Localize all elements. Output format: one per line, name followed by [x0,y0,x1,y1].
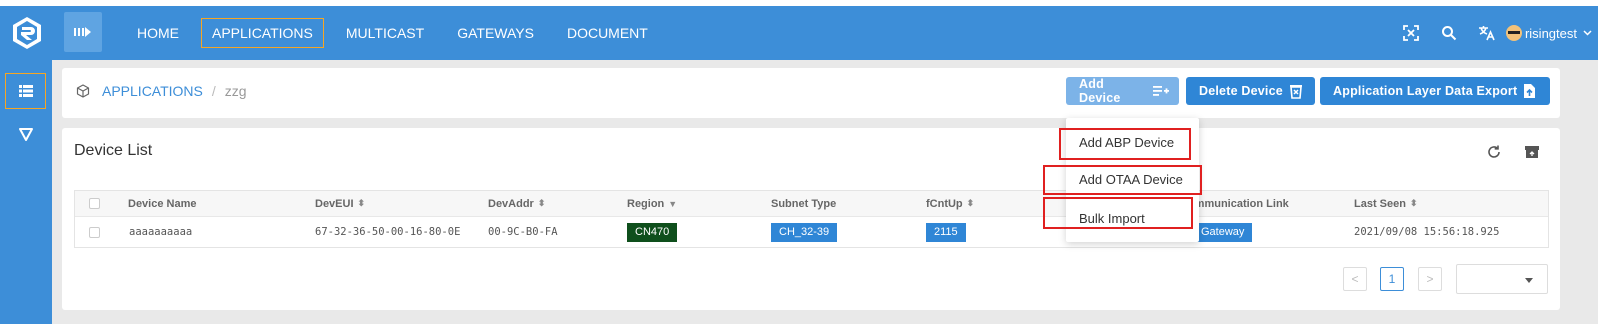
col-subnet-type: Subnet Type [771,197,837,210]
last-seen-cell: 2021/09/08 15:56:18.925 [1354,226,1500,238]
delete-device-button[interactable]: Delete Device [1186,77,1315,105]
nav-gateways[interactable]: GATEWAYS [446,18,545,48]
table-header: Device Name DevEUI ⬍ DevAddr ⬍ Region ▼ Sub… [75,191,1548,217]
chevron-down-icon [1583,30,1592,36]
add-device-label: Add Device [1079,77,1121,105]
nav-multicast[interactable]: MULTICAST [335,18,435,48]
row-checkbox[interactable] [89,217,100,247]
refresh-icon[interactable] [1486,144,1504,162]
breadcrumb-panel: APPLICATIONS / zzg Add Device Delete Dev… [62,68,1560,118]
col-fcntup[interactable]: fCntUp ⬍ [926,191,974,216]
breadcrumb-current: zzg [224,83,247,99]
breadcrumb: APPLICATIONS / zzg [76,68,247,114]
device-list-panel: Device List Device Name DevEUI ⬍ DevAddr ⬍… [62,128,1560,310]
filter-icon [18,127,33,141]
select-all-checkbox[interactable] [89,191,100,216]
col-deveui[interactable]: DevEUI ⬍ [315,191,365,216]
trash-icon [1289,84,1303,99]
col-device-name: Device Name [128,197,197,210]
sort-icon: ⬍ [537,198,546,208]
search-icon[interactable] [1430,6,1468,60]
list-tools [1466,144,1542,162]
nav-document[interactable]: DOCUMENT [556,18,659,48]
highlight-box-otaa [1043,165,1202,195]
main-nav: HOME APPLICATIONS MULTICAST GATEWAYS DOC… [126,6,670,60]
highlight-box-abp [1059,128,1191,160]
sidebar-item-list[interactable] [5,73,46,109]
username: risingtest [1524,25,1577,41]
highlight-box-bulk [1043,197,1193,229]
top-navbar: HOME APPLICATIONS MULTICAST GATEWAYS DOC… [0,6,1598,60]
user-menu[interactable]: risingtest [1505,25,1592,41]
filter-icon: ▼ [668,198,678,209]
logo-icon[interactable] [10,16,44,50]
delete-device-label: Delete Device [1199,84,1283,98]
translate-icon[interactable] [1468,6,1506,60]
menu-toggle-button[interactable] [64,12,102,52]
list-icon [18,85,33,97]
archive-icon[interactable] [1524,144,1542,162]
region-badge: CN470 [627,217,678,247]
deveui-cell: 67-32-36-50-00-16-80-0E [315,226,461,238]
sidebar-item-filter[interactable] [5,116,46,152]
nav-home[interactable]: HOME [126,18,190,48]
subnet-badge: CH_32-39 [771,217,838,247]
sort-icon: ⬍ [966,198,975,208]
link-badge: Gateway [1193,217,1253,247]
top-right-tools: risingtest [1392,6,1598,60]
device-table: Device Name DevEUI ⬍ DevAddr ⬍ Region ▼ Sub… [74,190,1549,248]
export-button[interactable]: Application Layer Data Export [1320,77,1550,105]
avatar [1505,25,1522,41]
breadcrumb-separator: / [211,83,216,99]
next-page-button[interactable]: > [1418,267,1442,291]
cube-icon [76,84,90,98]
device-name-cell[interactable]: aaaaaaaaaa [129,217,192,247]
add-list-icon [1153,85,1169,97]
table-row[interactable]: aaaaaaaaaa 67-32-36-50-00-16-80-0E 00-9C… [75,217,1548,247]
sort-icon: ⬍ [1409,198,1418,208]
page-1-button[interactable]: 1 [1380,267,1404,291]
nav-applications[interactable]: APPLICATIONS [201,18,324,48]
sidebar [0,60,52,324]
file-export-icon [1523,83,1536,99]
add-device-button[interactable]: Add Device [1066,77,1179,105]
fullscreen-icon[interactable] [1392,6,1430,60]
col-devaddr[interactable]: DevAddr ⬍ [488,191,545,216]
fcntup-badge: 2115 [926,217,966,247]
export-label: Application Layer Data Export [1333,84,1518,98]
page-size-select[interactable] [1456,264,1548,294]
devaddr-cell: 00-9C-B0-FA [488,226,558,238]
device-list-title: Device List [74,142,153,159]
prev-page-button[interactable]: < [1343,267,1367,291]
breadcrumb-applications[interactable]: APPLICATIONS [102,83,203,99]
col-region[interactable]: Region ▼ [627,191,677,216]
col-last-seen[interactable]: Last Seen ⬍ [1354,191,1418,216]
sort-icon: ⬍ [357,198,366,208]
collapse-arrow-icon [74,27,91,37]
